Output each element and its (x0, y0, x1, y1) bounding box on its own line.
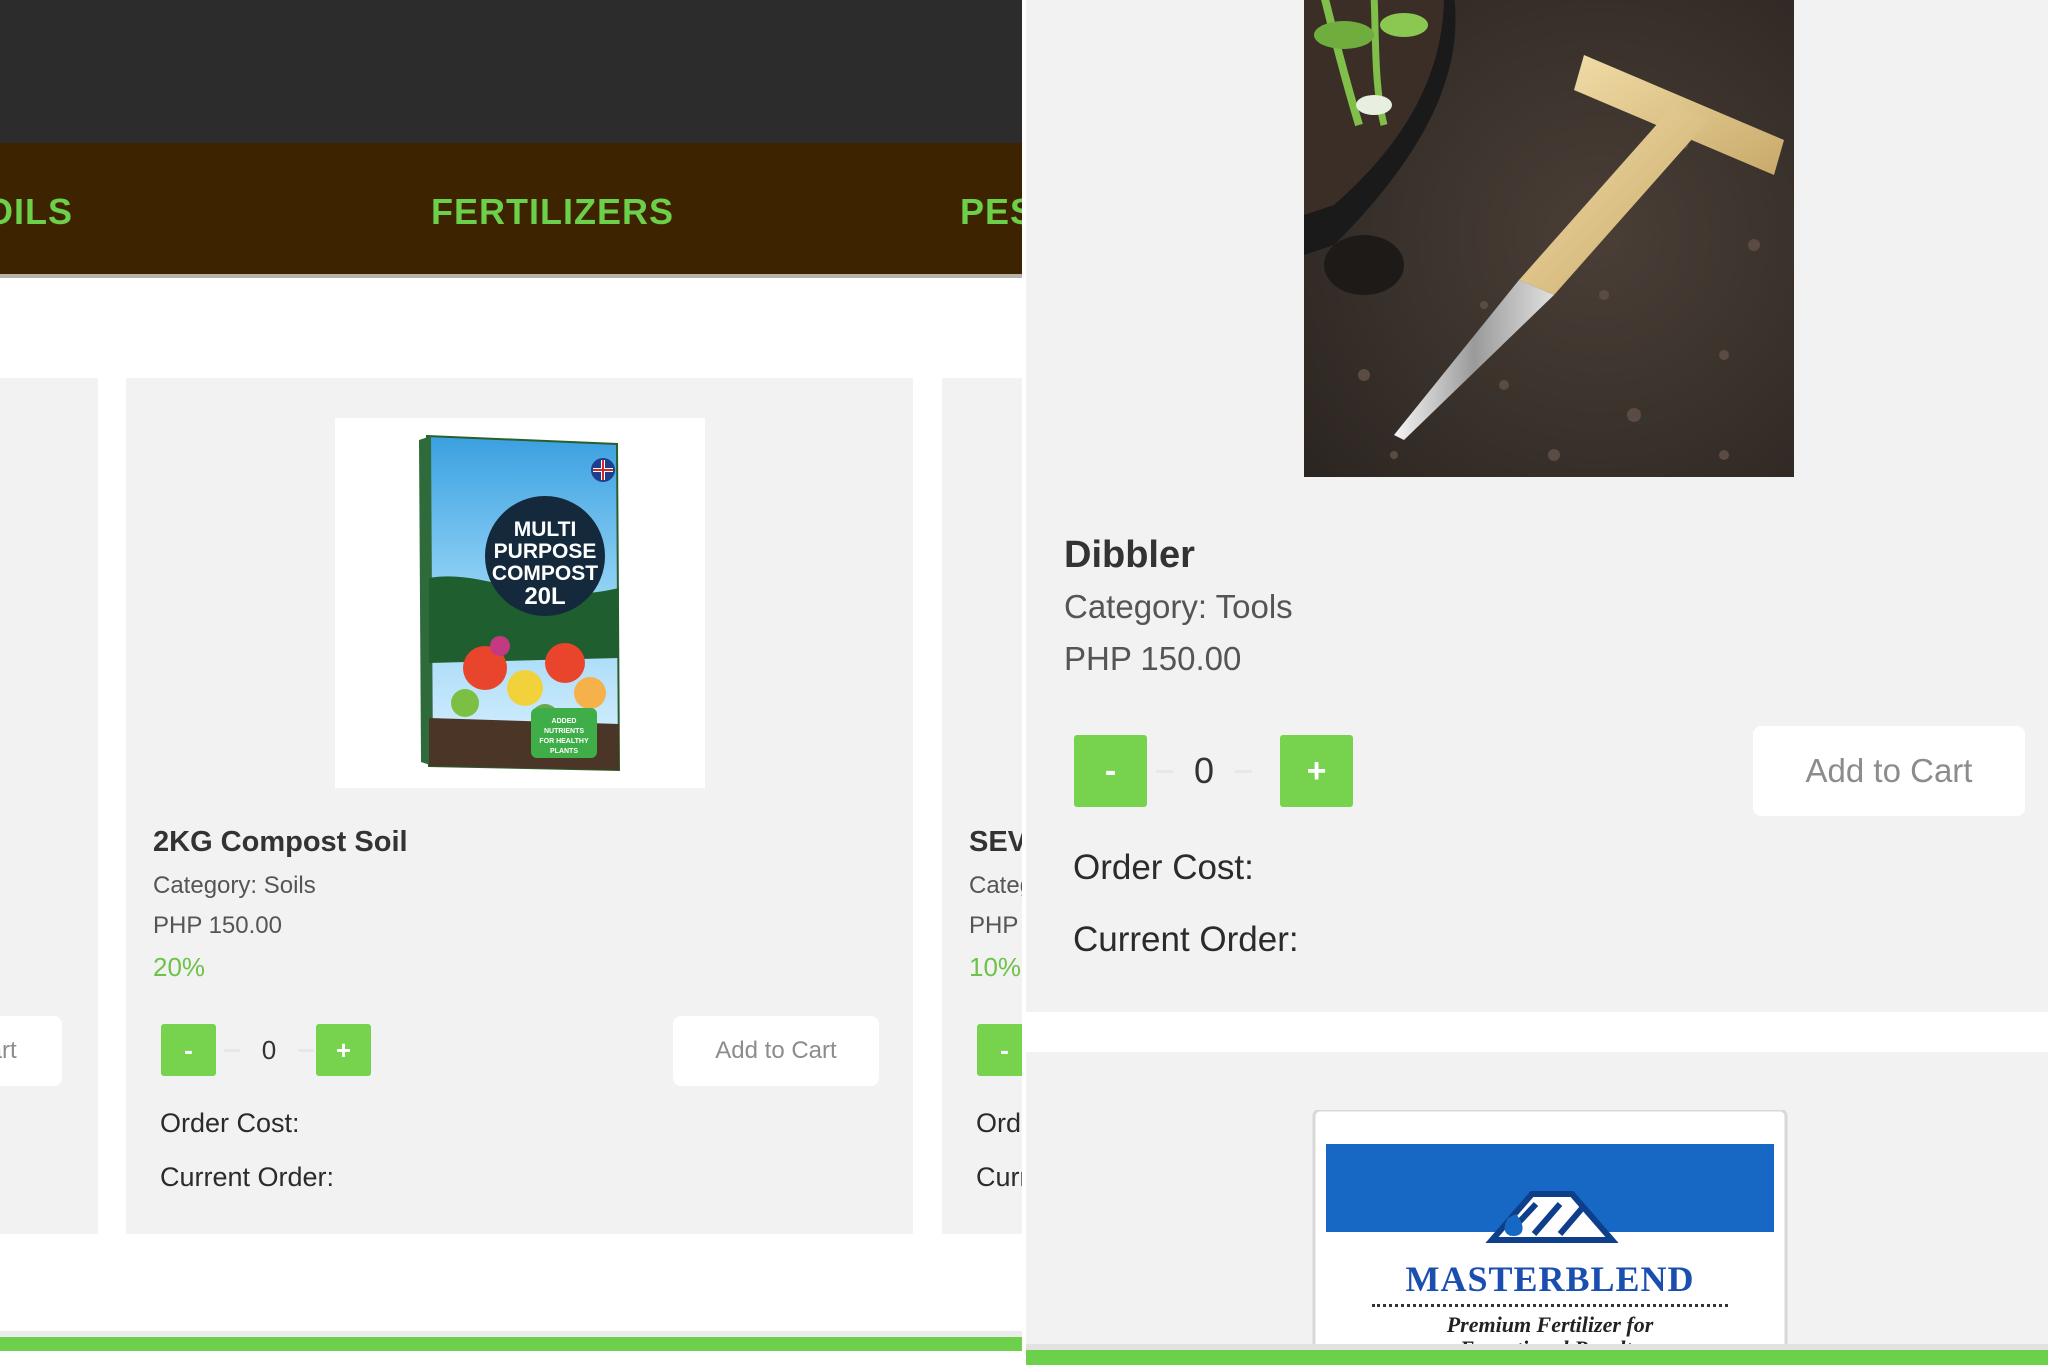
product-card-masterblend: MASTERBLEND Premium Fertilizer for Excep… (1026, 1052, 2048, 1365)
product-image-masterblend[interactable]: MASTERBLEND Premium Fertilizer for Excep… (1312, 1108, 1788, 1365)
nav-item-pesticides[interactable]: PESTICIDES (960, 191, 1024, 233)
product-image-dibbler[interactable] (1304, 0, 1794, 477)
current-order-label: Current Order: (160, 1162, 335, 1192)
svg-text:COMPOST: COMPOST (492, 562, 598, 585)
svg-text:PLANTS: PLANTS (550, 748, 578, 755)
product-price: PHP 150.00 (153, 912, 282, 939)
svg-text:PURPOSE: PURPOSE (494, 540, 597, 563)
svg-text:MULTI: MULTI (514, 518, 577, 541)
plus-icon: + (1306, 751, 1327, 790)
svg-text:FOR HEALTHY: FOR HEALTHY (539, 738, 589, 745)
right-panel: Dibbler Category: Tools PHP 150.00 - 0 +… (1026, 0, 2048, 1365)
screenshot-stage: SOILS FERTILIZERS PESTICIDES Add to Cart (0, 0, 2048, 1365)
product-category: Category: (969, 872, 1024, 899)
top-header (0, 0, 1024, 143)
svg-text:NUTRIENTS: NUTRIENTS (544, 728, 584, 735)
card-separator (1026, 1012, 2048, 1052)
product-image-compost[interactable]: MULTI PURPOSE COMPOST 20L ADDED NUTRIENT… (335, 418, 705, 788)
product-card-partial-left: Add to Cart (0, 378, 98, 1234)
product-discount: 20% (153, 952, 206, 982)
product-card-compost: MULTI PURPOSE COMPOST 20L ADDED NUTRIENT… (126, 378, 913, 1234)
masterblend-dotted-rule (1372, 1304, 1728, 1307)
current-order-label: Current Order: (1073, 920, 1299, 959)
quantity-value[interactable]: 0 (1156, 748, 1252, 794)
masterblend-tagline-1: Premium Fertilizer for (1446, 1312, 1654, 1337)
minus-icon: - (184, 1034, 193, 1065)
quantity-increase-button[interactable]: + (1280, 735, 1353, 807)
order-cost-label: Order Cost: (160, 1108, 300, 1138)
svg-text:20L: 20L (524, 583, 565, 610)
dibbler-photo (1304, 0, 1794, 477)
masterblend-brand: MASTERBLEND (1405, 1259, 1695, 1299)
order-cost-label: Order Cost: (976, 1108, 1024, 1138)
minus-icon: - (1000, 1034, 1009, 1065)
compost-bag-image: MULTI PURPOSE COMPOST 20L ADDED NUTRIENT… (419, 434, 621, 772)
nav-item-fertilizers[interactable]: FERTILIZERS (431, 191, 674, 233)
order-cost-label: Order Cost: (1073, 848, 1254, 887)
quantity-decrease-button[interactable]: - (1074, 735, 1147, 807)
current-order-label: Current Order: (976, 1162, 1024, 1192)
product-category: Category: Tools (1064, 588, 1293, 625)
add-to-cart-button[interactable]: Add to Cart (673, 1016, 879, 1086)
add-to-cart-button[interactable]: Add to Cart (0, 1016, 62, 1086)
quantity-decrease-button[interactable]: - (977, 1024, 1024, 1076)
footer-accent-line (0, 1337, 1024, 1351)
add-to-cart-button[interactable]: Add to Cart (1753, 726, 2025, 816)
product-card-partial-right: SEVIN Category: PHP 150.00 10% - Order C… (942, 378, 1024, 1234)
product-discount: 10% (969, 952, 1022, 982)
category-nav: SOILS FERTILIZERS PESTICIDES (0, 143, 1024, 278)
nav-item-soils[interactable]: SOILS (0, 191, 73, 233)
product-name: Dibbler (1064, 534, 1195, 576)
footer-accent-line (1026, 1350, 2048, 1365)
minus-icon: - (1104, 751, 1117, 790)
quantity-decrease-button[interactable]: - (161, 1024, 216, 1076)
plus-icon: + (335, 1034, 352, 1065)
product-price: PHP 150.00 (1064, 640, 1242, 677)
quantity-increase-button[interactable]: + (316, 1024, 371, 1076)
svg-text:ADDED: ADDED (552, 718, 577, 725)
product-category: Category: Soils (153, 872, 316, 899)
quantity-value[interactable]: 0 (224, 1030, 314, 1070)
left-panel: SOILS FERTILIZERS PESTICIDES Add to Cart (0, 0, 1024, 1365)
product-name: 2KG Compost Soil (153, 826, 408, 858)
product-name: SEVIN (969, 826, 1024, 858)
product-price: PHP 150.00 (969, 912, 1024, 939)
